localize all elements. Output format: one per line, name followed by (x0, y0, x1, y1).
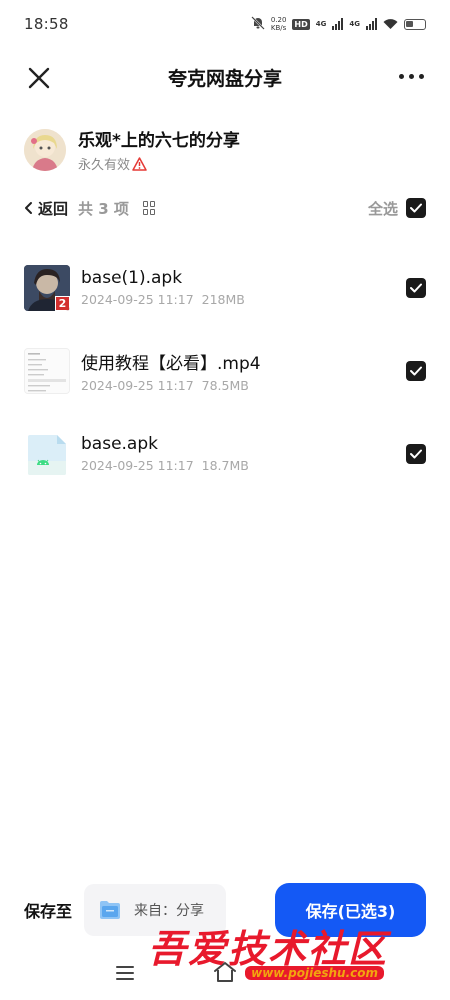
item-count: 共 3 项 (78, 199, 129, 218)
menu-icon[interactable] (116, 966, 134, 980)
file-size: 78.5MB (201, 377, 249, 393)
chevron-left-icon (25, 202, 32, 214)
file-toolbar: 返回 共 3 项 全选 (24, 194, 426, 222)
file-name: base(1).apk (81, 268, 183, 288)
more-dot-icon (419, 74, 424, 79)
status-icons: 0.20 KB/s HD 4G 4G (251, 15, 426, 34)
status-bar: 18:58 0.20 KB/s HD 4G 4G (0, 0, 450, 48)
file-checkbox[interactable] (406, 443, 426, 464)
back-button[interactable]: 返回 (24, 198, 68, 219)
net-speed-value: 0.20 (270, 16, 287, 24)
select-all-checkbox[interactable] (406, 198, 426, 218)
check-icon (410, 449, 422, 458)
sharer-name: 乐观*上的六七的分享 (78, 131, 240, 151)
more-dot-icon (399, 74, 404, 79)
file-checkbox[interactable] (406, 360, 426, 381)
check-icon (410, 203, 422, 213)
folder-icon (100, 901, 121, 919)
version-badge: 2 (55, 295, 70, 311)
select-all-label: 全选 (367, 199, 398, 218)
close-button[interactable] (26, 65, 52, 91)
file-size: 18.7MB (201, 458, 249, 473)
status-time: 18:58 (24, 15, 69, 33)
warning-icon[interactable] (132, 156, 147, 171)
close-icon (28, 67, 50, 89)
grid-view-icon[interactable] (142, 201, 157, 215)
network-type-2: 4G (349, 20, 360, 28)
watermark-text: 吾爱技术社区 (148, 926, 389, 971)
file-info: base(1).apk 2024-09-25 11:17 218MB (81, 268, 406, 307)
file-meta: 2024-09-25 11:17 78.5MB (81, 378, 406, 393)
avatar[interactable] (24, 128, 66, 171)
apk-thumbnail: 2 (24, 264, 70, 311)
file-checkbox[interactable] (406, 277, 426, 298)
signal-icon-2 (366, 18, 377, 30)
file-meta: 2024-09-25 11:17 18.7MB (81, 458, 406, 473)
file-list: 2 base(1).apk 2024-09-25 11:17 218MB 使用教… (0, 246, 450, 495)
watermark-url: www.pojieshu.com (245, 966, 385, 980)
mute-bell-icon (251, 15, 265, 34)
back-label: 返回 (38, 199, 69, 218)
check-icon (410, 366, 422, 375)
check-icon (410, 283, 422, 292)
validity-text: 永久有效 (78, 158, 131, 173)
file-size: 218MB (201, 292, 245, 307)
file-row[interactable]: 使用教程【必看】.mp4 2024-09-25 11:17 78.5MB (0, 329, 450, 412)
file-name: 使用教程【必看】.mp4 (81, 353, 261, 374)
signal-icon (332, 18, 344, 30)
video-thumbnail (24, 347, 70, 394)
file-meta: 2024-09-25 11:17 218MB (81, 292, 406, 307)
android-apk-icon (24, 431, 70, 477)
net-speed-unit: KB/s (270, 24, 287, 32)
file-date: 2024-09-25 11:17 (81, 292, 194, 307)
file-date: 2024-09-25 11:17 (81, 458, 194, 473)
hd-badge: HD (292, 18, 310, 30)
sharer-info: 乐观*上的六七的分享 永久有效 (24, 126, 240, 173)
more-dot-icon (409, 74, 414, 79)
destination-text: 来自：分享 (134, 903, 205, 919)
file-date: 2024-09-25 11:17 (81, 377, 194, 393)
file-row[interactable]: 2 base(1).apk 2024-09-25 11:17 218MB (0, 246, 450, 329)
more-options-button[interactable] (399, 74, 424, 79)
page-title: 夸克网盘分享 (167, 67, 282, 90)
network-type-1: 4G (315, 20, 327, 28)
battery-icon (404, 18, 426, 30)
wifi-icon (383, 15, 398, 34)
watermark: 吾爱技术社区 www.pojieshu.com (148, 918, 389, 980)
header: 夸克网盘分享 (0, 52, 450, 102)
select-all-toggle[interactable]: 全选 (368, 198, 426, 219)
file-name: base.apk (81, 434, 158, 454)
validity-status: 永久有效 (78, 154, 240, 173)
file-info: 使用教程【必看】.mp4 2024-09-25 11:17 78.5MB (81, 349, 406, 393)
save-to-label: 保存至 (24, 902, 73, 921)
file-row[interactable]: base.apk 2024-09-25 11:17 18.7MB (0, 412, 450, 495)
file-info: base.apk 2024-09-25 11:17 18.7MB (81, 434, 406, 473)
net-speed: 0.20 KB/s (271, 16, 287, 32)
